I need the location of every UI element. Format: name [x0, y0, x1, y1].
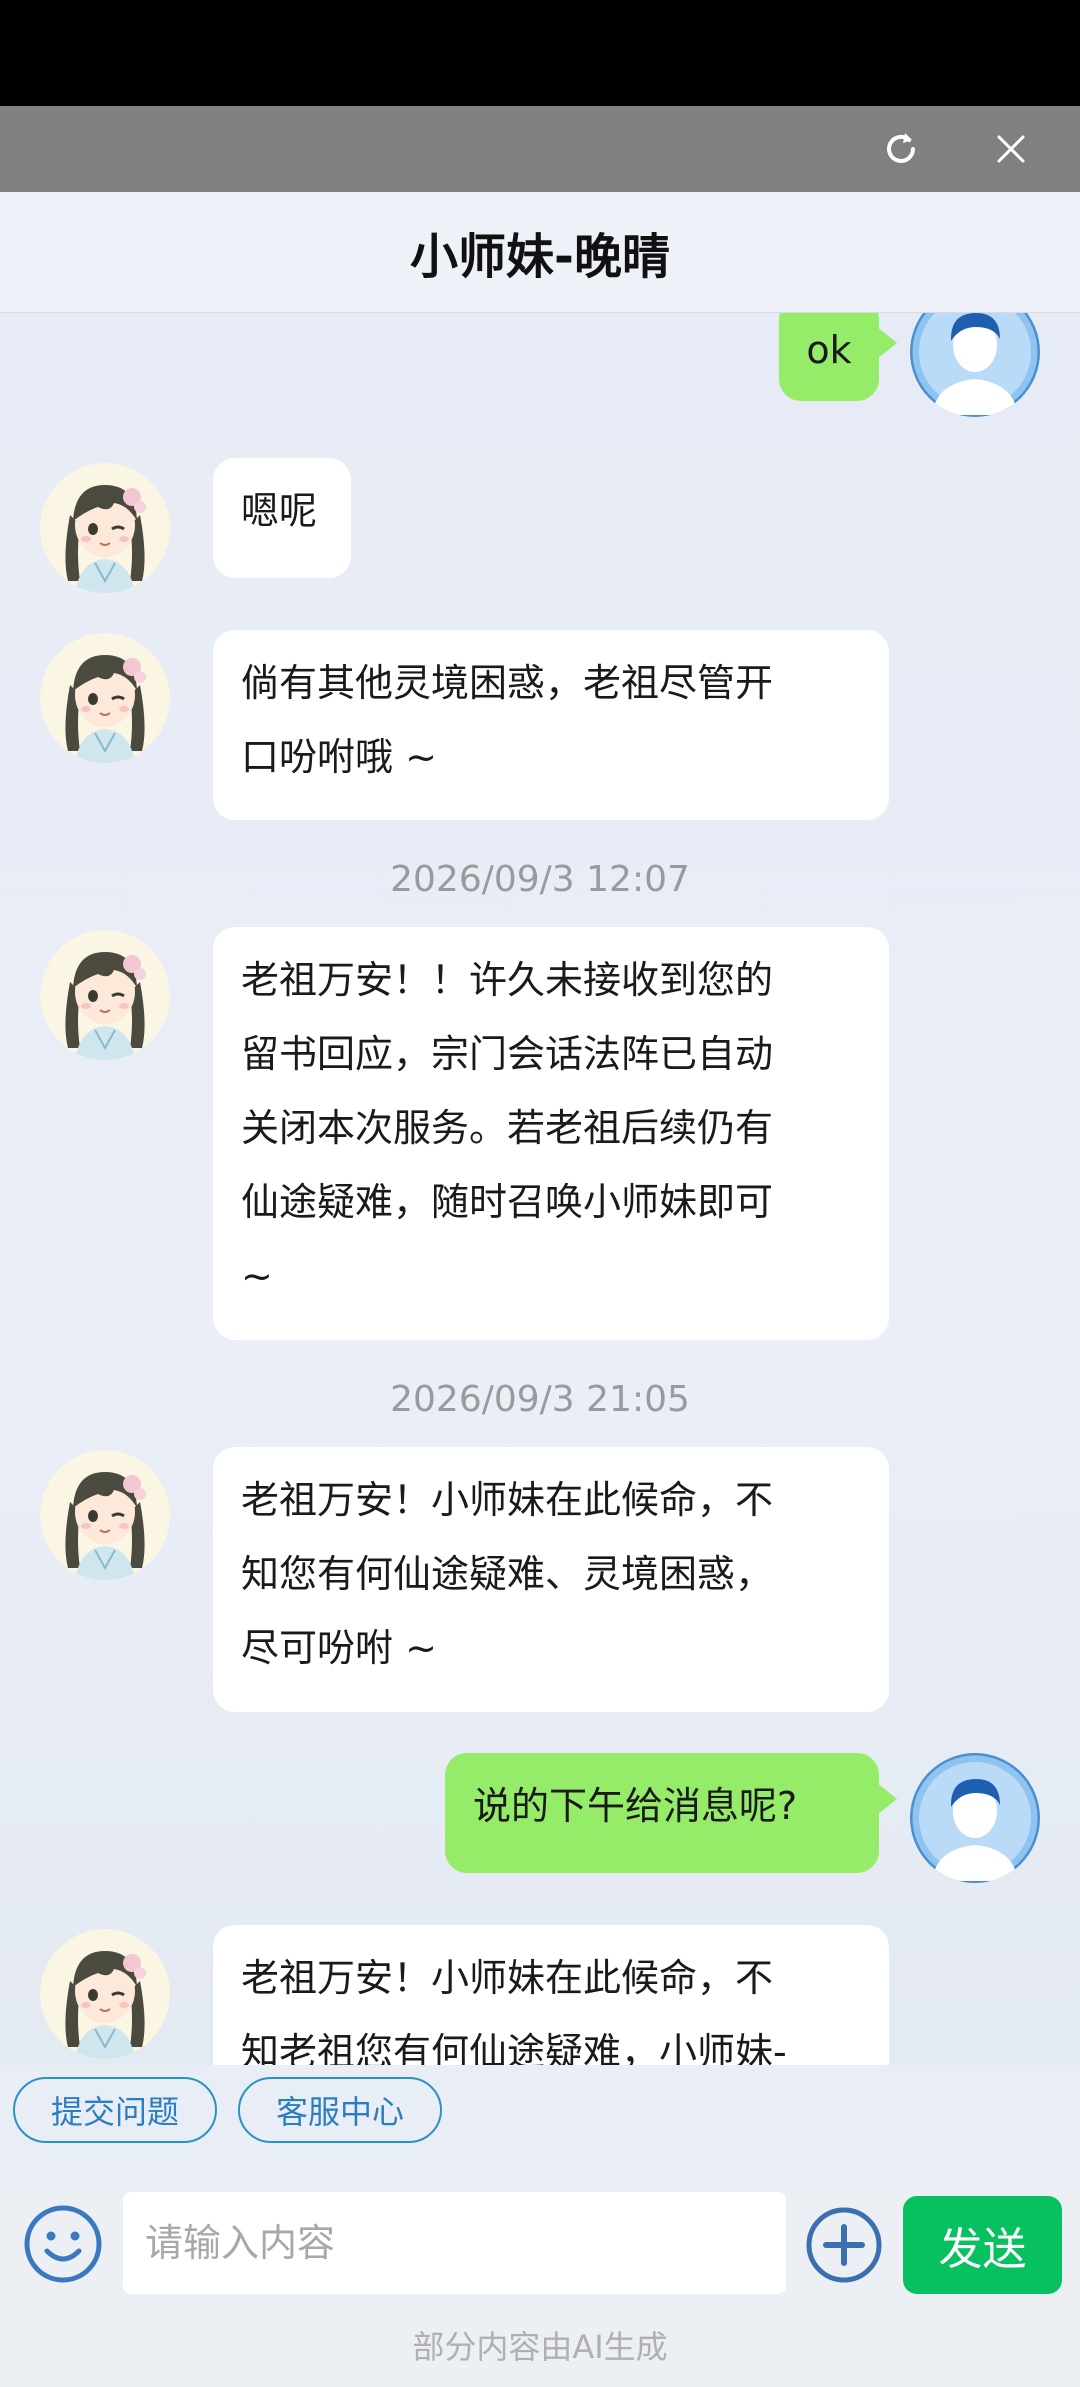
message-line: 倘有其他灵境困惑，老祖尽管开 [241, 661, 774, 705]
assistant-avatar[interactable] [40, 633, 170, 763]
user-avatar[interactable] [910, 313, 1040, 417]
close-icon[interactable] [986, 124, 1036, 174]
plus-circle-icon[interactable] [804, 2205, 884, 2285]
user-message[interactable]: 说的下午给消息呢? [445, 1753, 897, 1873]
webview-toolbar [0, 106, 1080, 192]
message-list[interactable]: ok 嗯呢 倘有其他灵境困惑，老祖尽管开 口吩咐哦 ~ 2026/09/3 12… [0, 313, 1080, 2065]
assistant-avatar[interactable] [40, 463, 170, 593]
message-line: 嗯呢 [241, 489, 318, 533]
assistant-message[interactable]: 老祖万安！小师妹在此候命，不 知您有何仙途疑难、灵境困惑， 尽可吩咐 ~ [213, 1447, 889, 1712]
send-button[interactable]: 发送 [903, 2196, 1062, 2294]
submit-question-button[interactable]: 提交问题 [13, 2077, 217, 2143]
message-line: 仙途疑难，随时召唤小师妹即可 [241, 1180, 774, 1224]
assistant-message[interactable]: 老祖万安！！许久未接收到您的 留书回应，宗门会话法阵已自动 关闭本次服务。若老祖… [213, 927, 889, 1340]
message-line: 关闭本次服务。若老祖后续仍有 [241, 1106, 774, 1150]
assistant-avatar[interactable] [40, 1450, 170, 1580]
message-line: 知您有何仙途疑难、灵境困惑， [241, 1552, 774, 1596]
message-line: ~ [241, 1254, 273, 1298]
timestamp: 2026/09/3 21:05 [390, 1379, 690, 1420]
user-avatar[interactable] [910, 1753, 1040, 1883]
quick-actions: 提交问题 客服中心 [0, 2065, 1080, 2181]
message-line: 老祖万安！！许久未接收到您的 [241, 958, 774, 1002]
chat-header: 小师妹-晚晴 [0, 192, 1080, 313]
message-line: 口吩咐哦 ~ [241, 735, 437, 779]
refresh-icon[interactable] [876, 124, 926, 174]
assistant-message[interactable]: 倘有其他灵境困惑，老祖尽管开 口吩咐哦 ~ [213, 630, 889, 820]
emoji-icon[interactable] [22, 2203, 104, 2285]
assistant-avatar[interactable] [40, 1929, 170, 2059]
message-line: 老祖万安！小师妹在此候命，不 [241, 1478, 774, 1522]
message-text: ok [806, 328, 852, 372]
user-message[interactable]: ok [779, 313, 897, 401]
customer-service-button[interactable]: 客服中心 [238, 2077, 442, 2143]
chat-title: 小师妹-晚晴 [410, 229, 670, 285]
assistant-message[interactable]: 嗯呢 [213, 458, 351, 578]
timestamp: 2026/09/3 12:07 [390, 859, 690, 900]
message-line: 留书回应，宗门会话法阵已自动 [241, 1032, 774, 1076]
message-input[interactable] [123, 2192, 786, 2294]
message-line: 知老祖您有何仙途疑难，小师妹- [241, 2030, 787, 2065]
ai-disclaimer: 部分内容由AI生成 [412, 2328, 668, 2366]
status-bar [0, 0, 1080, 106]
message-line: 尽可吩咐 ~ [241, 1626, 437, 1670]
message-text: 说的下午给消息呢? [473, 1784, 798, 1828]
message-line: 老祖万安！小师妹在此候命，不 [241, 1956, 774, 2000]
assistant-message[interactable]: 老祖万安！小师妹在此候命，不 知老祖您有何仙途疑难，小师妹- [213, 1925, 889, 2065]
assistant-avatar[interactable] [40, 930, 170, 1060]
